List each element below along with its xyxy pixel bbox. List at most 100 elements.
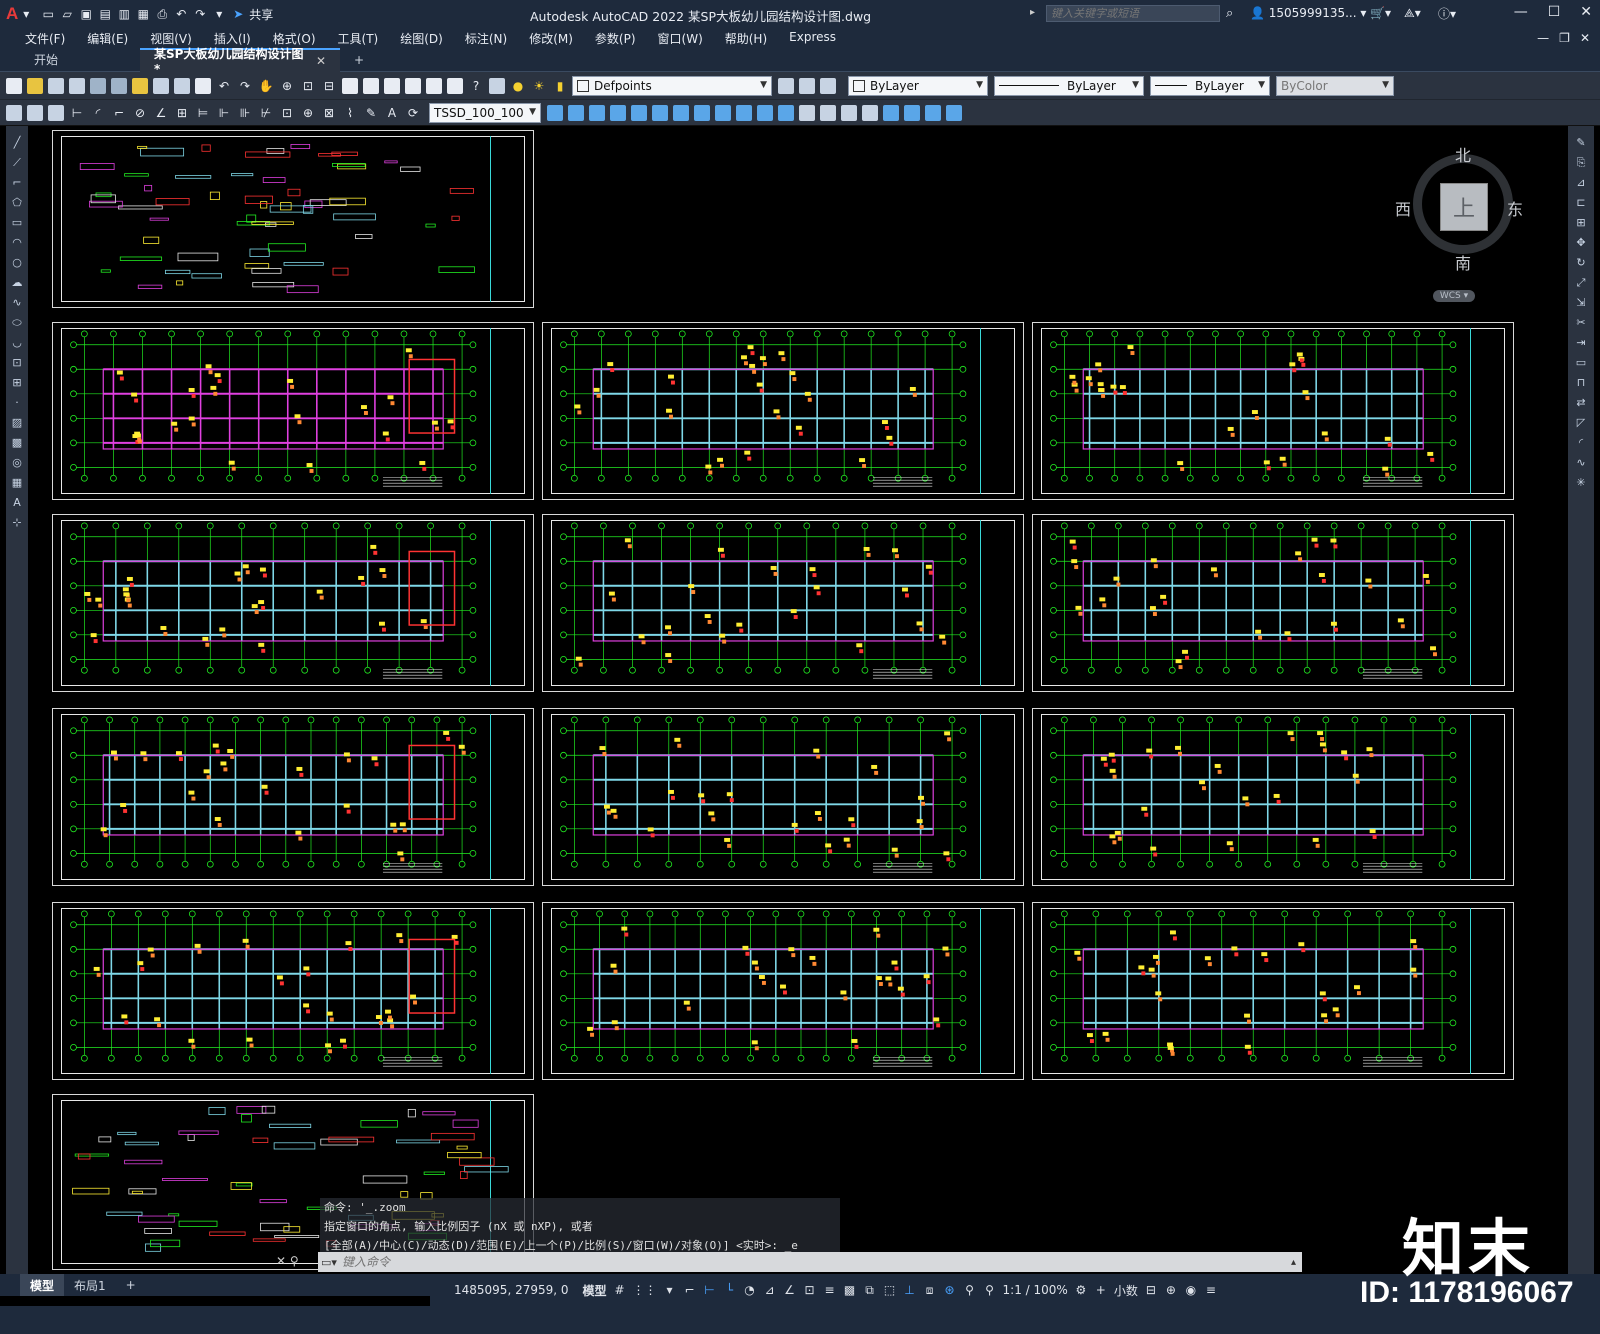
dim-angular-icon[interactable]: ∠ xyxy=(153,105,169,121)
copy-icon[interactable] xyxy=(153,77,169,94)
rotate-icon-r[interactable]: ↻ xyxy=(1574,256,1588,270)
doc-restore-icon[interactable]: ❐ xyxy=(1559,31,1570,45)
plot-icon-2[interactable] xyxy=(69,77,85,94)
break-icon-r[interactable]: ⊓ xyxy=(1574,376,1588,390)
dim-arc-icon[interactable] xyxy=(48,104,64,121)
zoom-window-icon[interactable]: ⊡ xyxy=(300,78,316,94)
close-icon[interactable]: ✕ xyxy=(1580,4,1592,20)
ungroup-icon[interactable] xyxy=(925,104,941,121)
ellipse-icon[interactable]: ⬭ xyxy=(10,316,24,330)
compass-west[interactable]: 西 xyxy=(1395,196,1411,220)
join-icon[interactable] xyxy=(778,104,794,121)
drawing-sheet[interactable] xyxy=(52,514,534,692)
3d-osnap-icon[interactable]: ⬚ xyxy=(883,1281,897,1299)
offset-icon[interactable] xyxy=(589,104,605,121)
spline-icon[interactable]: ∿ xyxy=(10,296,24,310)
quick-properties-icon[interactable]: ⊟ xyxy=(1144,1281,1158,1299)
help-icon-2[interactable]: ? xyxy=(468,78,484,94)
publish-icon[interactable] xyxy=(111,77,127,94)
make-current-icon[interactable] xyxy=(778,77,794,94)
menu-format[interactable]: 格式(O) xyxy=(262,30,327,47)
dim-update-icon[interactable]: ⟳ xyxy=(405,105,421,121)
dim-jogged-icon[interactable]: ⌐ xyxy=(111,105,127,121)
layer-state-icon[interactable] xyxy=(820,77,836,94)
menu-window[interactable]: 窗口(W) xyxy=(647,30,714,47)
customize-qat-icon[interactable]: ▾ xyxy=(211,6,227,22)
jogged-linear-icon[interactable]: ⌇ xyxy=(342,105,358,121)
ortho-icon[interactable]: └ xyxy=(723,1281,737,1299)
drawing-sheet[interactable] xyxy=(52,322,534,500)
drawing-sheet[interactable] xyxy=(52,902,534,1080)
autodesk-a360-icon[interactable]: ⟁▾ xyxy=(1404,6,1421,21)
lineweight-icon[interactable]: ≡ xyxy=(823,1281,837,1299)
extend-icon[interactable] xyxy=(736,104,752,121)
infer-constraints-icon[interactable]: ⌐ xyxy=(683,1281,697,1299)
circle-icon[interactable]: ○ xyxy=(10,256,24,270)
copy-icon-r[interactable]: ⎘ xyxy=(1574,156,1588,170)
open-web-icon[interactable]: ▥ xyxy=(116,6,132,22)
open-icon[interactable] xyxy=(27,77,43,94)
isodraft-icon[interactable]: ⊿ xyxy=(763,1281,777,1299)
snap-menu-icon[interactable]: ▾ xyxy=(663,1281,677,1299)
mirror-icon[interactable] xyxy=(568,104,584,121)
selection-filter-icon[interactable]: ⧈ xyxy=(923,1281,937,1299)
menu-modify[interactable]: 修改(M) xyxy=(518,30,584,47)
group-icon[interactable] xyxy=(904,104,920,121)
doc-close-icon[interactable]: ✕ xyxy=(1580,31,1590,45)
gizmo-icon[interactable]: ⊛ xyxy=(943,1281,957,1299)
customize-icon[interactable]: ≡ xyxy=(1204,1281,1218,1299)
block-icon[interactable] xyxy=(946,104,962,121)
make-block-icon[interactable]: ⊞ xyxy=(10,376,24,390)
polyline-icon[interactable]: ⌐ xyxy=(10,176,24,190)
inspect-icon[interactable]: ⊠ xyxy=(321,105,337,121)
stretch-icon-r[interactable]: ⇲ xyxy=(1574,296,1588,310)
units[interactable]: 小数 xyxy=(1114,1281,1138,1299)
snap-icon[interactable]: ⋮⋮ xyxy=(633,1281,657,1299)
mtext-icon[interactable]: A xyxy=(10,496,24,510)
trim-icon[interactable] xyxy=(715,104,731,121)
plotstyle-dropdown[interactable]: ByColor ▼ xyxy=(1276,75,1394,96)
chamfer-icon-r[interactable]: ◸ xyxy=(1574,416,1588,430)
layer-dropdown[interactable]: Defpoints ▼ xyxy=(572,75,772,96)
drawing-sheet[interactable] xyxy=(52,708,534,886)
cart-icon[interactable]: 🛒▾ xyxy=(1370,6,1391,20)
annotation-monitor-icon[interactable]: + xyxy=(1094,1281,1108,1299)
save-as-icon[interactable]: ▤ xyxy=(97,6,113,22)
auto-scale-icon[interactable]: ⚲ xyxy=(983,1281,997,1299)
array-icon-r[interactable]: ⊞ xyxy=(1574,216,1588,230)
viewcube-face-top[interactable]: 上 xyxy=(1440,183,1488,231)
center-mark-icon[interactable]: ⊕ xyxy=(300,105,316,121)
dynamic-ucs-icon[interactable]: ⊥ xyxy=(903,1281,917,1299)
menu-edit[interactable]: 编辑(E) xyxy=(76,30,139,47)
blend-icon[interactable] xyxy=(841,104,857,121)
undo-icon-2[interactable]: ↶ xyxy=(216,78,232,94)
scale-icon[interactable] xyxy=(673,104,689,121)
search-expand-icon[interactable]: ▸ xyxy=(1030,7,1035,18)
tab-start[interactable]: 开始 xyxy=(20,48,140,72)
trim-icon-r[interactable]: ✂ xyxy=(1574,316,1588,330)
line-icon[interactable]: ╱ xyxy=(10,136,24,150)
new-file-icon[interactable]: ▭ xyxy=(40,6,56,22)
match-prop-icon[interactable] xyxy=(195,77,211,94)
drawing-sheet[interactable] xyxy=(542,708,1024,886)
model-space-toggle[interactable]: 模型 xyxy=(583,1282,607,1299)
menu-express[interactable]: Express xyxy=(778,30,847,47)
explode-icon-r[interactable]: ✳ xyxy=(1574,476,1588,490)
drawing-canvas[interactable] xyxy=(30,126,1566,1274)
command-customize-icon[interactable]: ▭▾ xyxy=(318,1256,340,1269)
add-selected-icon[interactable]: ⊹ xyxy=(10,516,24,530)
join-icon-r[interactable]: ⇄ xyxy=(1574,396,1588,410)
color-dropdown[interactable]: ByLayer ▼ xyxy=(848,75,988,96)
paste-icon[interactable] xyxy=(174,77,190,94)
save-icon-2[interactable] xyxy=(48,77,64,94)
dim-break-icon[interactable]: ⊬ xyxy=(258,105,274,121)
save-web-icon[interactable]: ▦ xyxy=(135,6,151,22)
command-line[interactable]: ▭▾ ▴ xyxy=(318,1252,1302,1272)
doc-minimize-icon[interactable]: — xyxy=(1537,31,1549,45)
annotation-visibility-icon[interactable]: ⚲ xyxy=(963,1281,977,1299)
save-icon[interactable]: ▣ xyxy=(78,6,94,22)
command-recent-icon[interactable]: ▴ xyxy=(1291,1257,1296,1268)
redo-icon-2[interactable]: ↷ xyxy=(237,78,253,94)
tab-drawing[interactable]: 某SP大板幼儿园结构设计图* ✕ xyxy=(140,47,340,76)
tab-add-layout[interactable]: + xyxy=(116,1274,146,1296)
